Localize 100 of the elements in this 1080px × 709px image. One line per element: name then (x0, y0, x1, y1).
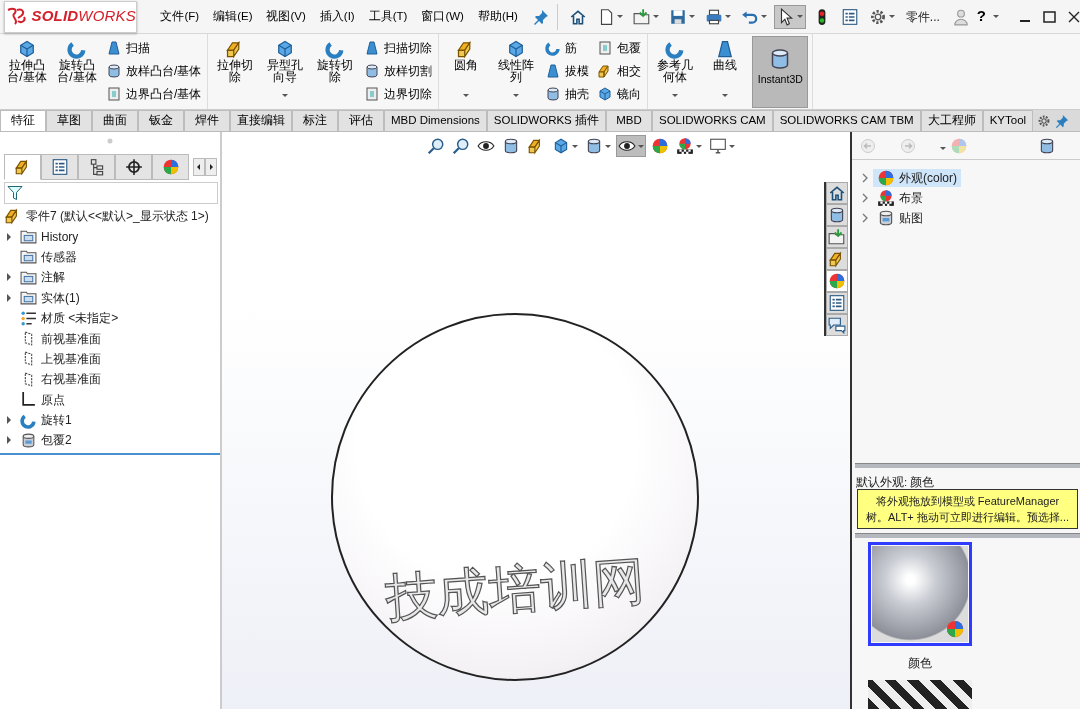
panel-tab[interactable] (4, 154, 41, 180)
command-button[interactable]: 包覆 (595, 36, 644, 59)
caret-icon[interactable] (652, 15, 659, 18)
expand-icon[interactable] (6, 273, 12, 282)
side-tab[interactable] (826, 292, 848, 314)
menu-item[interactable]: 文件(F) (153, 7, 207, 26)
tree-item[interactable]: 实体(1) (41, 288, 80, 307)
command-button[interactable]: 旋转凸台/基体 (54, 36, 100, 106)
side-tab[interactable] (826, 314, 848, 336)
command-button[interactable]: 线性阵列 (493, 36, 540, 106)
command-button[interactable]: 圆角 (443, 36, 490, 106)
side-tab[interactable] (826, 182, 848, 204)
command-button[interactable]: 拉伸凸台/基体 (4, 36, 50, 106)
tree-root[interactable]: 零件7 (默认<<默认>_显示状态 1>) (26, 207, 209, 226)
command-button[interactable]: 参考几何体 (652, 36, 699, 106)
tree-item[interactable]: 旋转1 (41, 411, 72, 430)
caret-icon[interactable] (993, 15, 999, 18)
expand-icon[interactable] (6, 232, 12, 241)
handle-icon[interactable] (107, 138, 113, 144)
caret-icon[interactable] (572, 144, 578, 148)
filter-field[interactable] (4, 182, 218, 204)
ribbon-tab[interactable]: 草图 (46, 110, 92, 131)
menu-item[interactable]: 插入(I) (312, 7, 362, 26)
expand-icon[interactable] (6, 416, 12, 425)
scroll-right-icon[interactable] (205, 158, 217, 176)
tree-item[interactable]: 原点 (41, 390, 65, 409)
menu-item[interactable]: 视图(V) (259, 7, 313, 26)
ribbon-tab[interactable]: MBD Dimensions (384, 110, 487, 131)
ribbon-tab[interactable]: 曲面 (92, 110, 138, 131)
caret-icon[interactable] (616, 15, 623, 18)
command-button[interactable]: Instant3D (752, 36, 809, 108)
caret-icon[interactable] (513, 94, 520, 97)
menu-item[interactable]: 窗口(W) (414, 7, 471, 26)
panel-tab[interactable] (41, 154, 78, 180)
side-tab[interactable] (826, 270, 848, 292)
tree-item[interactable]: 外观(color) (873, 169, 961, 187)
command-button[interactable]: 边界切除 (362, 82, 435, 105)
side-tab[interactable] (826, 226, 848, 248)
command-button[interactable]: 相交 (595, 59, 644, 82)
command-button[interactable]: 放样凸台/基体 (104, 59, 204, 82)
caret-icon[interactable] (688, 15, 695, 18)
expand-icon[interactable] (6, 436, 12, 445)
ribbon-tab[interactable]: 特征 (0, 110, 46, 131)
tree-item[interactable]: History (41, 227, 79, 246)
caret-icon[interactable] (940, 146, 946, 150)
color-ball-icon[interactable] (950, 136, 968, 155)
ribbon-tab[interactable]: MBD (606, 110, 652, 131)
caret-icon[interactable] (796, 15, 803, 18)
caret-icon[interactable] (722, 94, 729, 97)
command-button[interactable]: 扫描 (104, 36, 204, 59)
ribbon-tab[interactable]: 钣金 (138, 110, 184, 131)
toolbar-button[interactable] (773, 4, 806, 29)
command-button[interactable]: 扫描切除 (362, 36, 435, 59)
tree-item[interactable]: 贴图 (873, 209, 927, 227)
tree-item[interactable]: 上视基准面 (41, 349, 101, 368)
panel-tab[interactable] (115, 154, 152, 180)
side-tab[interactable] (826, 204, 848, 226)
ribbon-tab[interactable]: 直接编辑 (230, 110, 292, 131)
ribbon-tab[interactable]: 焊件 (184, 110, 230, 131)
close-icon[interactable] (1068, 10, 1080, 23)
tree-item[interactable]: 前视基准面 (41, 329, 101, 348)
caret-icon[interactable] (696, 144, 702, 148)
command-button[interactable]: 拔模 (543, 59, 592, 82)
ribbon-tab[interactable]: SOLIDWORKS 插件 (486, 110, 606, 131)
caret-icon[interactable] (605, 144, 611, 148)
ribbon-tab[interactable]: 评估 (338, 110, 384, 131)
menu-item[interactable]: 编辑(E) (206, 7, 260, 26)
ribbon-tab[interactable]: 大工程师 (920, 110, 983, 131)
ribbon-tab[interactable]: KYTool (982, 110, 1034, 131)
command-button[interactable]: 异型孔向导 (262, 36, 309, 106)
command-button[interactable]: 旋转切除 (312, 36, 359, 106)
cylinder-icon[interactable] (1038, 136, 1056, 155)
tree-item[interactable]: 右视基准面 (41, 370, 101, 389)
ribbon-tab[interactable]: SOLIDWORKS CAM (652, 110, 773, 131)
view-toolbar-button[interactable] (616, 135, 646, 157)
tree-item[interactable]: 材质 <未指定> (41, 309, 119, 328)
checker-thumbnail[interactable] (868, 680, 972, 709)
caret-icon[interactable] (888, 15, 895, 18)
ribbon-tab[interactable]: SOLIDWORKS CAM TBM (772, 110, 921, 131)
tree-item[interactable]: 包覆2 (41, 431, 72, 450)
pin-icon[interactable] (532, 9, 549, 26)
command-button[interactable]: 镜向 (595, 82, 644, 105)
command-button[interactable]: 边界凸台/基体 (104, 82, 204, 105)
command-button[interactable]: 放样切割 (362, 59, 435, 82)
caret-icon[interactable] (638, 144, 644, 148)
caret-icon[interactable] (282, 94, 289, 97)
caret-icon[interactable] (760, 15, 767, 18)
menu-item[interactable]: 帮助(H) (470, 7, 525, 26)
caret-icon[interactable] (729, 144, 735, 148)
pin-icon[interactable] (1055, 113, 1070, 128)
caret-icon[interactable] (463, 94, 470, 97)
panel-tab[interactable] (78, 154, 115, 180)
settings-icon[interactable] (1037, 113, 1052, 128)
command-button[interactable]: 筋 (543, 36, 592, 59)
ribbon-tab[interactable]: 标注 (292, 110, 338, 131)
tree-item[interactable]: 传感器 (41, 247, 77, 266)
side-tab[interactable] (826, 248, 848, 270)
command-button[interactable]: 曲线 (702, 36, 749, 106)
caret-icon[interactable] (724, 15, 731, 18)
scroll-left-icon[interactable] (193, 158, 205, 176)
